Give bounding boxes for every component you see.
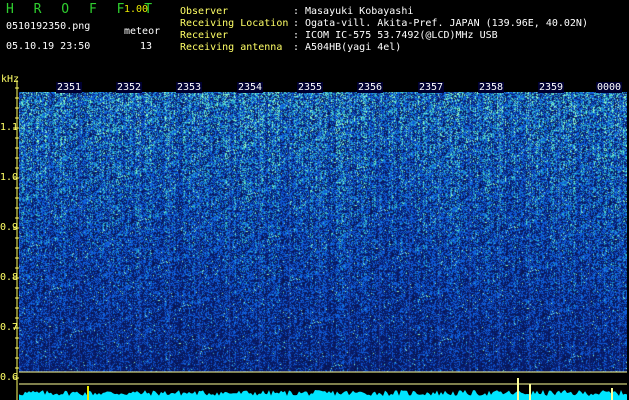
time-label: 2351	[56, 82, 83, 93]
info-receiver-key: Receiver	[180, 30, 229, 41]
y-tick-label: 0.6	[0, 372, 19, 383]
info-antenna-sep: :	[293, 42, 300, 53]
time-label: 2354	[237, 82, 264, 93]
info-observer-value: Masayuki Kobayashi	[305, 6, 414, 17]
baseline-signal	[19, 378, 627, 400]
time-label: 2356	[357, 82, 384, 93]
info-location-sep: :	[293, 18, 300, 29]
app-version: 1.00	[124, 4, 149, 15]
y-tick-label: 0.7	[0, 322, 19, 333]
meteor-count: 13	[140, 41, 153, 52]
info-receiver-value: ICOM IC-575 53.7492(@LCD)MHz USB	[305, 30, 498, 41]
meteor-label: meteor	[124, 26, 161, 37]
time-label: 2353	[176, 82, 203, 93]
info-receiver-sep: :	[293, 30, 300, 41]
info-observer-sep: :	[293, 6, 300, 17]
baseline-trace	[19, 390, 627, 400]
info-location-key: Receiving Location	[180, 18, 289, 29]
info-observer-key: Observer	[180, 6, 229, 17]
time-label: 2357	[418, 82, 445, 93]
time-label: 0000	[596, 82, 623, 93]
y-tick-label: 0.9	[0, 222, 19, 233]
time-label: 2359	[538, 82, 565, 93]
time-label: 2358	[478, 82, 505, 93]
time-label: 2355	[297, 82, 324, 93]
time-label: 2352	[116, 82, 143, 93]
info-location-value: Ogata-vill. Akita-Pref. JAPAN (139.96E, …	[305, 18, 588, 29]
y-tick-label: 1.1	[0, 122, 19, 133]
info-antenna-value: A504HB(yagi 4el)	[305, 42, 402, 53]
file-datetime: 05.10.19 23:50	[6, 41, 91, 52]
spectrogram	[19, 92, 627, 372]
y-tick-label: 1.0	[0, 172, 19, 183]
y-tick-label: 0.8	[0, 272, 19, 283]
file-name: 0510192350.png	[6, 21, 91, 32]
y-unit-label: kHz	[1, 74, 20, 85]
info-antenna-key: Receiving antenna	[180, 42, 283, 53]
